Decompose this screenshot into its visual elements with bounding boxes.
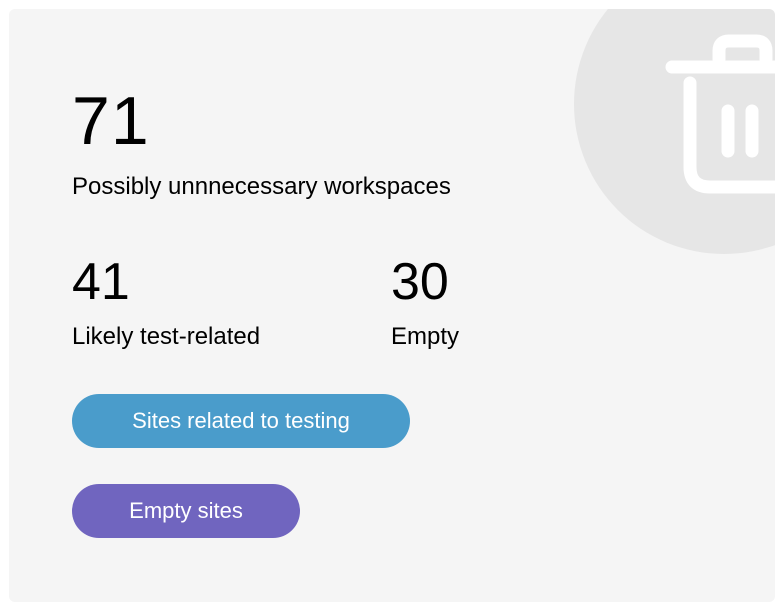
- total-label: Possibly unnnecessary workspaces: [72, 173, 451, 200]
- stat-test-related-value: 41: [72, 253, 130, 311]
- empty-sites-button[interactable]: Empty sites: [72, 484, 300, 538]
- total-count: 71: [72, 83, 150, 159]
- stat-test-related-label: Likely test-related: [72, 323, 261, 350]
- trash-icon: [665, 34, 775, 194]
- stat-test-related: 41 Likely test-related: [72, 252, 260, 352]
- stat-empty-label: Empty: [391, 323, 460, 350]
- stat-empty-value: 30: [391, 253, 449, 311]
- sites-related-to-testing-button[interactable]: Sites related to testing: [72, 394, 410, 448]
- stat-empty: 30 Empty: [391, 252, 459, 352]
- workspace-summary-card: 71 Possibly unnnecessary workspaces 41 L…: [9, 9, 775, 602]
